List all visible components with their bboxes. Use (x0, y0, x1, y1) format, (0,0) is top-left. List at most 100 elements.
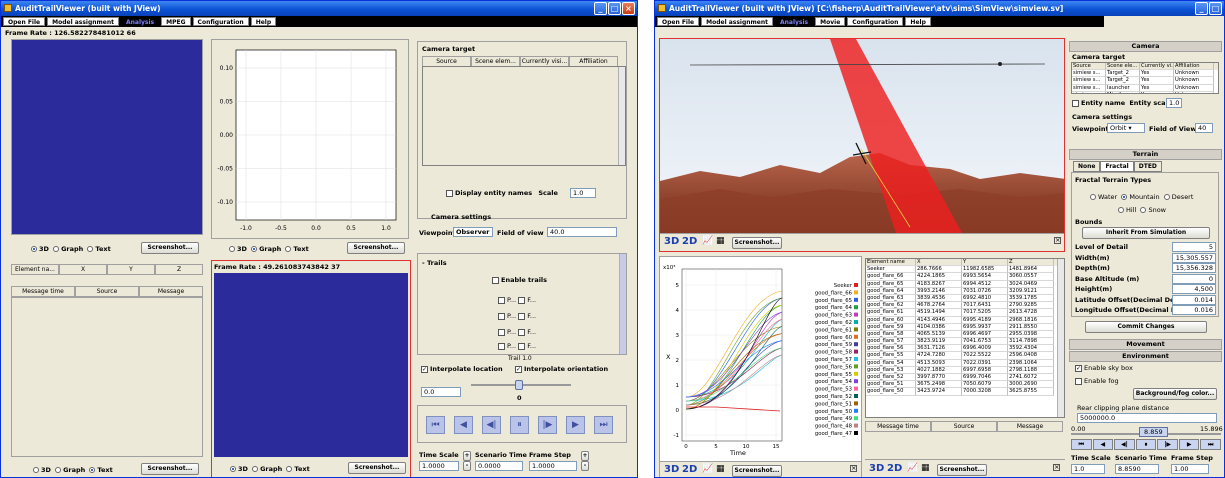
pause-icon[interactable]: ⏸ (1135, 439, 1157, 450)
trails-scrollbar[interactable] (619, 254, 626, 354)
terrain-param-input[interactable]: 15,356.328 (1172, 263, 1216, 273)
menu-configuration[interactable]: Configuration (192, 17, 249, 26)
tab-dted[interactable]: DTED (1133, 161, 1162, 172)
step-back-icon[interactable]: ◀| (1114, 439, 1135, 450)
background-fog-color-button[interactable]: Background/fog color... (1133, 388, 1217, 400)
toolbar-2d-button[interactable]: 2D (682, 236, 697, 247)
menu-help[interactable]: Help (250, 17, 277, 26)
screenshot-button-bl[interactable]: Screenshot... (141, 463, 199, 475)
step-forward-icon[interactable]: |▶ (538, 416, 557, 434)
toolbar-3d-button[interactable]: 3D (664, 236, 679, 247)
step-back-icon[interactable]: ◀| (482, 416, 501, 434)
table-row[interactable]: good_flare_53 4027.1882 6997.6958 2798.1188 (866, 366, 1064, 374)
position-vs-time-chart[interactable]: x10³ X Time 543210-1 0 5 10 15 Seekergood_f… (660, 257, 863, 461)
table-row[interactable]: good_flare_64 3993.2146 7031.0726 3209.9121 (866, 287, 1064, 295)
time-scale-input[interactable]: 1.0 (1071, 464, 1105, 474)
camera-target-table[interactable] (422, 66, 626, 166)
menu-analysis[interactable]: Analysis (121, 17, 160, 26)
minimize-icon[interactable]: _ (594, 2, 607, 15)
menu-help[interactable]: Help (905, 17, 931, 26)
radio-text-icon[interactable] (87, 246, 94, 252)
commit-changes-button[interactable]: Commit Changes (1085, 321, 1207, 333)
scene-3d-view-bottom[interactable] (214, 273, 408, 457)
terrain-3d-scene[interactable] (660, 39, 1065, 233)
scenario-time-input[interactable]: 0.0000 (475, 461, 523, 471)
play-icon[interactable]: ▶ (566, 416, 585, 434)
frame-step-input[interactable]: 1.0000 (529, 461, 577, 471)
step-forward-icon[interactable]: |▶ (1157, 439, 1178, 450)
menu-model-assignment[interactable]: Model assignment (701, 17, 773, 26)
table-mode-icon[interactable]: ▦ (921, 463, 930, 473)
table-row[interactable]: good_flare_51 3675.2498 7050.6079 3000.2690 (866, 381, 1064, 389)
screenshot-button-tm[interactable]: Screenshot... (347, 242, 405, 254)
terrain-param-input[interactable]: 0.016 (1172, 305, 1216, 315)
table-mode-icon[interactable]: ▦ (716, 236, 725, 246)
message-table-body[interactable] (11, 297, 203, 457)
inherit-from-simulation-button[interactable]: Inherit From Simulation (1082, 227, 1210, 239)
terrain-param-input[interactable]: 15,305.557 (1172, 252, 1216, 263)
graph-mode-icon[interactable]: 📈 (702, 236, 713, 246)
enable-trails-checkbox[interactable] (492, 276, 499, 284)
menu-configuration[interactable]: Configuration (847, 17, 904, 26)
maximize-icon[interactable]: □ (608, 2, 621, 15)
table-row[interactable]: good_flare_60 4143.4946 6995.4189 2968.1816 (866, 316, 1064, 324)
display-entity-names-checkbox[interactable] (446, 189, 453, 197)
left-title-bar[interactable]: AuditTrailViewer (built with JView) _ □ … (1, 1, 637, 16)
field-of-view-input[interactable]: 40.0 (547, 227, 617, 237)
table-row[interactable]: good_flare_62 4678.2764 7017.6431 2790.9285 (866, 302, 1064, 310)
terrain-param-input[interactable]: 0 (1172, 273, 1216, 284)
menu-movie[interactable]: Movie (815, 17, 846, 26)
field-of-view-input[interactable]: 40 (1195, 123, 1213, 133)
time-scale-plus-button[interactable]: - (463, 461, 471, 471)
screenshot-button-plot[interactable]: Screenshot... (732, 465, 782, 477)
play-icon[interactable]: ▶ (1178, 439, 1200, 450)
close-view-icon[interactable]: × (850, 465, 857, 472)
close-view-icon[interactable]: × (1054, 237, 1061, 244)
entity-scale-input[interactable]: 1.0 (1166, 98, 1182, 108)
graph-mode-icon[interactable]: 📈 (907, 463, 918, 473)
screenshot-button-bm[interactable]: Screenshot... (348, 462, 406, 474)
table-row[interactable]: good_flare_50 3423.9724 7000.3208 3625.8755 (866, 388, 1064, 396)
table-row[interactable]: good_flare_52 3997.8770 6999.7046 2741.6072 (866, 374, 1064, 382)
scale-input[interactable]: 1.0 (570, 188, 596, 198)
movement-section-header[interactable]: Movement (1069, 339, 1222, 350)
time-input[interactable]: 0.0 (421, 387, 461, 397)
tab-fractal[interactable]: Fractal (1100, 161, 1134, 172)
viewpoints-select[interactable]: Orbit ▾ (1107, 123, 1145, 133)
table-mode-icon[interactable]: ▦ (716, 464, 725, 474)
time-scale-input[interactable]: 1.0000 (419, 461, 459, 471)
scene-3d-view-top[interactable] (11, 39, 203, 235)
play-reverse-icon[interactable]: ◀ (454, 416, 473, 434)
close-icon[interactable]: × (622, 2, 635, 15)
menu-mpeg[interactable]: MPEG (161, 17, 191, 26)
environment-section-header[interactable]: Environment (1069, 351, 1222, 362)
screenshot-button-tl[interactable]: Screenshot... (141, 242, 199, 254)
time-scale-minus-button[interactable]: + (463, 451, 471, 461)
camera-target-table[interactable]: Source Scene ele... Currently vi... Affi… (1071, 62, 1219, 94)
skip-forward-icon[interactable]: ⏭ (1200, 439, 1222, 450)
terrain-param-input[interactable]: 0.014 (1172, 294, 1216, 305)
camera-target-row[interactable]: simiew s... Target_2 Yes Unknown (1072, 77, 1218, 85)
scenario-time-input[interactable]: 8.8590 (1115, 464, 1159, 474)
enable-sky-box-checkbox[interactable]: ✓ (1075, 364, 1082, 372)
right-title-bar[interactable]: AuditTrailViewer (built with JView) [C:\… (655, 1, 1224, 16)
time-slider-thumb[interactable] (515, 380, 523, 390)
terrain-param-input[interactable]: 5 (1172, 242, 1216, 252)
table-row[interactable]: Seeker 286.7666 11982.6585 1481.8964 (866, 266, 1064, 274)
camera-target-row[interactable]: simiew s... Target_2 Yes Unknown (1072, 70, 1218, 78)
playback-slider-thumb[interactable]: 8.859 (1139, 427, 1168, 437)
table-row[interactable]: good_flare_56 3631.7126 6996.4009 3592.4304 (866, 345, 1064, 353)
terrain-section-header[interactable]: Terrain (1069, 149, 1222, 160)
camera-target-row[interactable]: simiew s...MissileYesUnknown (1072, 91, 1218, 93)
skip-back-icon[interactable]: ⏮ (426, 416, 445, 434)
maximize-icon[interactable]: □ (1209, 2, 1222, 15)
menu-open-file[interactable]: Open File (657, 17, 700, 26)
frame-step-input[interactable]: 1.00 (1171, 464, 1209, 474)
screenshot-button-table[interactable]: Screenshot... (937, 464, 987, 476)
menu-open-file[interactable]: Open File (3, 17, 46, 26)
rear-clip-input[interactable]: 5000000.0 (1077, 413, 1217, 423)
table-row[interactable]: good_flare_65 4183.8267 6994.4512 3024.0469 (866, 280, 1064, 288)
table-row[interactable]: good_flare_66 4224.1865 6993.5654 3060.0557 (866, 273, 1064, 281)
table-row[interactable]: good_flare_54 4513.5093 7022.0391 2398.1064 (866, 359, 1064, 367)
terrain-param-input[interactable]: 4,500 (1172, 284, 1216, 294)
